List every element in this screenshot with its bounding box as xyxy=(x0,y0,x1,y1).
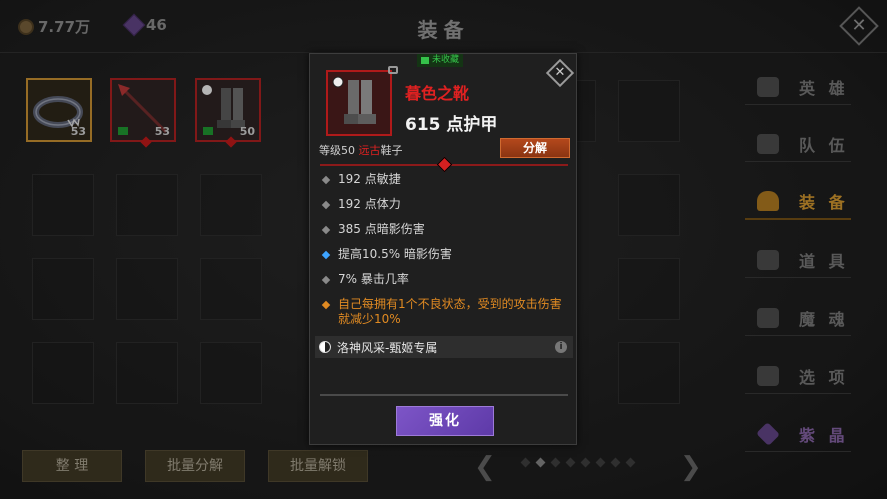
stat-line: 提高10.5% 暗影伤害 xyxy=(320,247,570,262)
uncollected-label: 未收藏 xyxy=(432,55,460,65)
item-name: 暮色之靴 xyxy=(405,84,470,103)
stat-text: 192 点体力 xyxy=(338,197,401,211)
stat-list: 192 点敏捷 192 点体力 385 点暗影伤害 提高10.5% 暗影伤害 7… xyxy=(320,172,570,337)
bullet-icon xyxy=(321,200,331,210)
item-armor: 615 点护甲 xyxy=(405,115,498,135)
stat-text: 自己每拥有1个不良状态，受到的攻击伤害就减少10% xyxy=(338,297,562,326)
bullet-icon xyxy=(321,175,331,185)
stat-text: 192 点敏捷 xyxy=(338,172,401,186)
special-stat-line: 自己每拥有1个不良状态，受到的攻击伤害就减少10% xyxy=(320,297,570,327)
stat-text: 提高10.5% 暗影伤害 xyxy=(338,247,452,261)
stat-line: 7% 暴击几率 xyxy=(320,272,570,287)
close-tooltip-button[interactable]: ✕ xyxy=(545,58,575,88)
item-detail-panel: 未收藏 ✕ 暮色之靴 615 点护甲 等级50 远古鞋子 分解 192 点敏捷 … xyxy=(309,53,577,445)
stat-line: 385 点暗影伤害 xyxy=(320,222,570,237)
info-icon[interactable]: i xyxy=(555,341,567,353)
game-screen: 7.77万 46 装备 ✕ 53 53 50 整 理 批量分解 批量解锁 ❮ ❯… xyxy=(0,0,887,499)
lock-icon[interactable] xyxy=(388,66,398,74)
item-level-text: 等级50 xyxy=(319,144,359,157)
bookmark-icon xyxy=(421,57,429,64)
yin-yang-icon xyxy=(319,341,331,353)
set-info-row[interactable]: 洛神风采-甄姬专属 i xyxy=(315,336,573,358)
set-name: 洛神风采-甄姬专属 xyxy=(337,340,438,355)
stat-text: 385 点暗影伤害 xyxy=(338,222,425,236)
item-meta: 等级50 远古鞋子 xyxy=(319,142,403,158)
blue-bullet-icon xyxy=(321,250,331,260)
enhance-button[interactable]: 强化 xyxy=(396,406,494,436)
stat-line: 192 点体力 xyxy=(320,197,570,212)
divider xyxy=(320,394,568,396)
uncollected-badge: 未收藏 xyxy=(417,54,464,67)
salvage-button[interactable]: 分解 xyxy=(500,138,570,158)
bullet-icon xyxy=(321,225,331,235)
item-icon-frame xyxy=(326,70,392,136)
close-icon: ✕ xyxy=(554,65,566,80)
boots-icon xyxy=(332,76,376,124)
red-gem-icon xyxy=(436,156,453,173)
stat-text: 7% 暴击几率 xyxy=(338,272,409,286)
stat-line: 192 点敏捷 xyxy=(320,172,570,187)
orange-bullet-icon xyxy=(321,300,331,310)
bullet-icon xyxy=(321,275,331,285)
item-quality: 远古 xyxy=(358,144,381,157)
item-slot-type: 鞋子 xyxy=(380,144,403,157)
